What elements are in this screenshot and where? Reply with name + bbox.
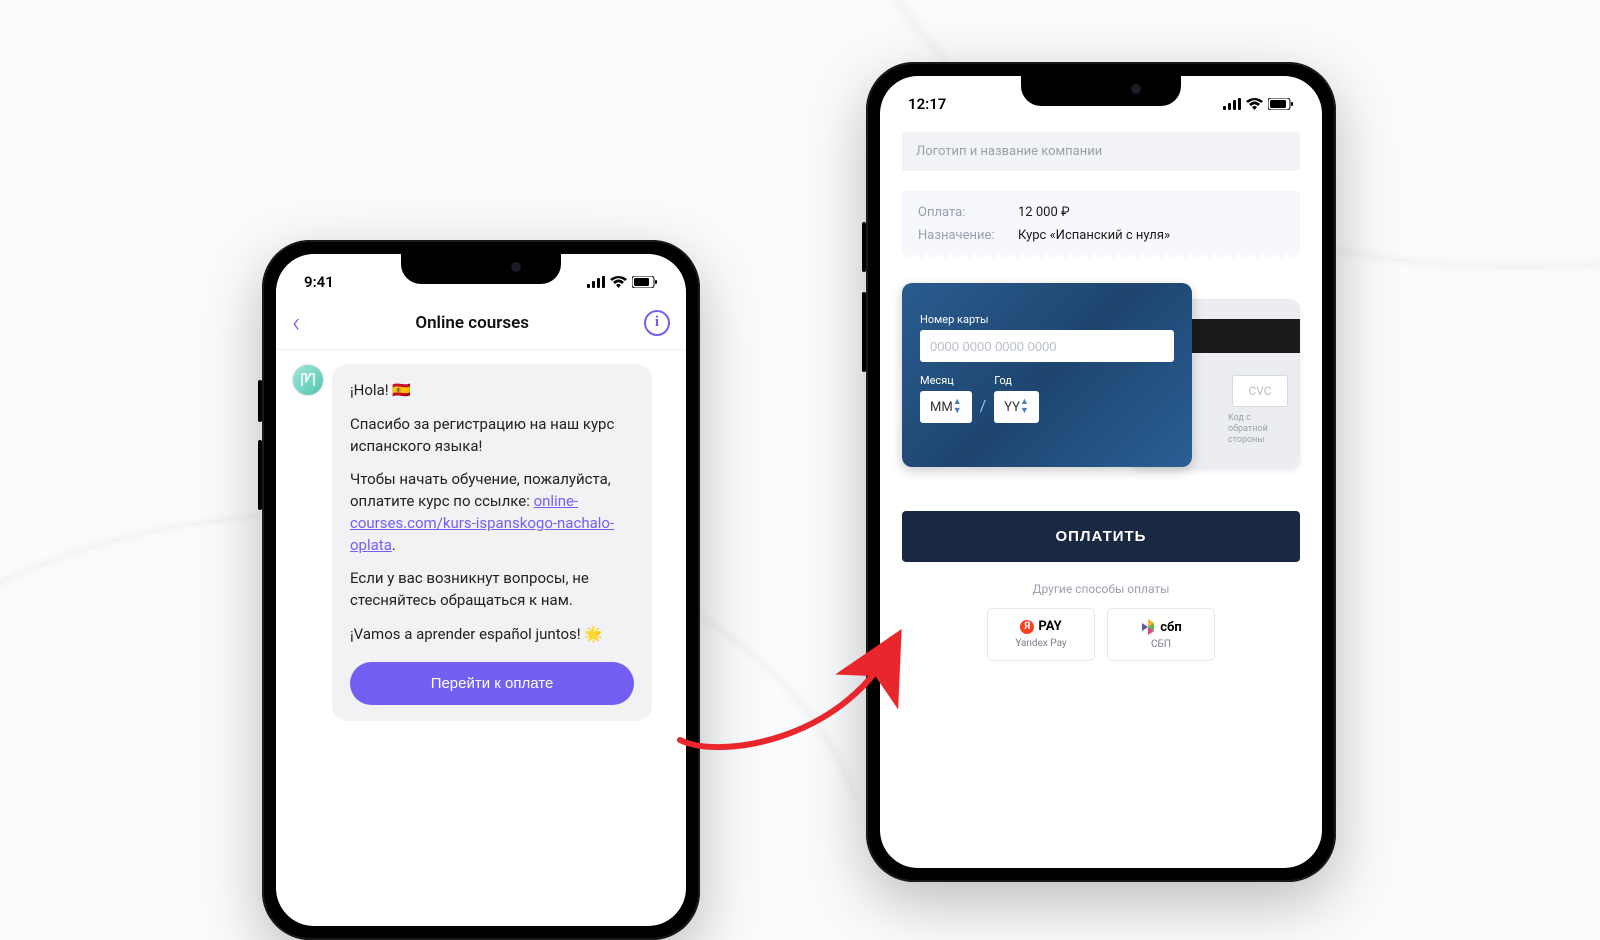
sbp-logo: сбп (1116, 619, 1206, 635)
chat-screen: 9:41 ‹ Online courses i ¡Hola! 🇪🇸 Спасиб… (276, 254, 686, 926)
wifi-icon (1246, 98, 1263, 110)
chat-body: ¡Hola! 🇪🇸 Спасибо за регистрацию на наш … (276, 350, 686, 735)
year-select[interactable]: YY▲▼ (994, 391, 1039, 423)
msg-p3: Если у вас возникнут вопросы, не стесняй… (350, 568, 634, 612)
msg-p4: ¡Vamos a aprender español juntos! 🌟 (350, 624, 634, 646)
yandex-pay-option[interactable]: Я PAY Yandex Pay (987, 608, 1095, 661)
go-to-payment-button[interactable]: Перейти к оплате (350, 662, 634, 705)
merchant-logo-placeholder: Логотип и название компании (902, 132, 1300, 171)
status-time: 12:17 (908, 95, 946, 113)
receipt-edge (902, 251, 1300, 261)
card-number-input[interactable] (920, 330, 1174, 362)
message-bubble: ¡Hola! 🇪🇸 Спасибо за регистрацию на наш … (332, 364, 652, 721)
avatar[interactable] (292, 364, 324, 396)
year-label: Год (994, 374, 1039, 387)
notch (401, 254, 561, 284)
expiry-separator: / (980, 396, 987, 423)
yandex-icon: Я (1020, 620, 1034, 634)
phone-frame-chat: 9:41 ‹ Online courses i ¡Hola! 🇪🇸 Спасиб… (262, 240, 700, 940)
sbp-text: сбп (1160, 620, 1181, 635)
signal-icon (1223, 98, 1241, 110)
msg-p2-dot: . (392, 536, 396, 554)
status-icons (587, 276, 658, 288)
chat-header: ‹ Online courses i (276, 298, 686, 350)
info-icon[interactable]: i (644, 310, 670, 336)
pay-button[interactable]: ОПЛАТИТЬ (902, 511, 1300, 562)
battery-icon (632, 276, 658, 288)
avatar-icon (299, 371, 317, 389)
back-icon[interactable]: ‹ (292, 306, 300, 339)
summary-amount-label: Оплата: (918, 205, 1018, 220)
cvc-hint: Код с обратной стороны (1228, 413, 1288, 445)
summary-amount-value: 12 000 ₽ (1018, 205, 1070, 220)
yandex-pay-name: Yandex Pay (996, 638, 1086, 649)
background-decor (0, 0, 1600, 800)
card-front: Номер карты Месяц MM▲▼ / Год YY▲▼ (902, 283, 1192, 467)
month-placeholder: MM (930, 400, 953, 415)
notch (1021, 76, 1181, 106)
status-time: 9:41 (304, 273, 334, 291)
battery-icon (1268, 98, 1294, 110)
chevron-updown-icon: ▲▼ (953, 398, 962, 416)
alt-payment-row: Я PAY Yandex Pay сбп СБП (902, 608, 1300, 661)
status-icons (1223, 98, 1294, 110)
wifi-icon (610, 276, 627, 288)
msg-p2: Чтобы начать обучение, пожалуйста, оплат… (350, 469, 634, 556)
yandex-pay-text: PAY (1038, 619, 1061, 634)
card-number-label: Номер карты (920, 313, 1174, 326)
signal-icon (587, 276, 605, 288)
msg-greeting: ¡Hola! 🇪🇸 (350, 380, 634, 402)
card-input-area: CVC Код с обратной стороны Номер карты М… (902, 283, 1300, 483)
chevron-updown-icon: ▲▼ (1020, 398, 1029, 416)
sbp-icon (1140, 619, 1156, 635)
chat-title: Online courses (415, 313, 529, 333)
msg-p1: Спасибо за регистрацию на наш курс испан… (350, 414, 634, 458)
alt-payment-label: Другие способы оплаты (902, 582, 1300, 596)
cvc-input[interactable]: CVC (1232, 375, 1288, 407)
yandex-pay-logo: Я PAY (996, 619, 1086, 634)
month-label: Месяц (920, 374, 972, 387)
summary-purpose-label: Назначение: (918, 228, 1018, 243)
sbp-name: СБП (1116, 639, 1206, 650)
payment-screen: 12:17 Логотип и название компании Оплата… (880, 76, 1322, 868)
month-select[interactable]: MM▲▼ (920, 391, 972, 423)
payment-summary: Оплата: 12 000 ₽ Назначение: Курс «Испан… (902, 191, 1300, 261)
phone-frame-payment: 12:17 Логотип и название компании Оплата… (866, 62, 1336, 882)
sbp-option[interactable]: сбп СБП (1107, 608, 1215, 661)
summary-purpose-value: Курс «Испанский с нуля» (1018, 228, 1170, 243)
year-placeholder: YY (1004, 400, 1020, 415)
